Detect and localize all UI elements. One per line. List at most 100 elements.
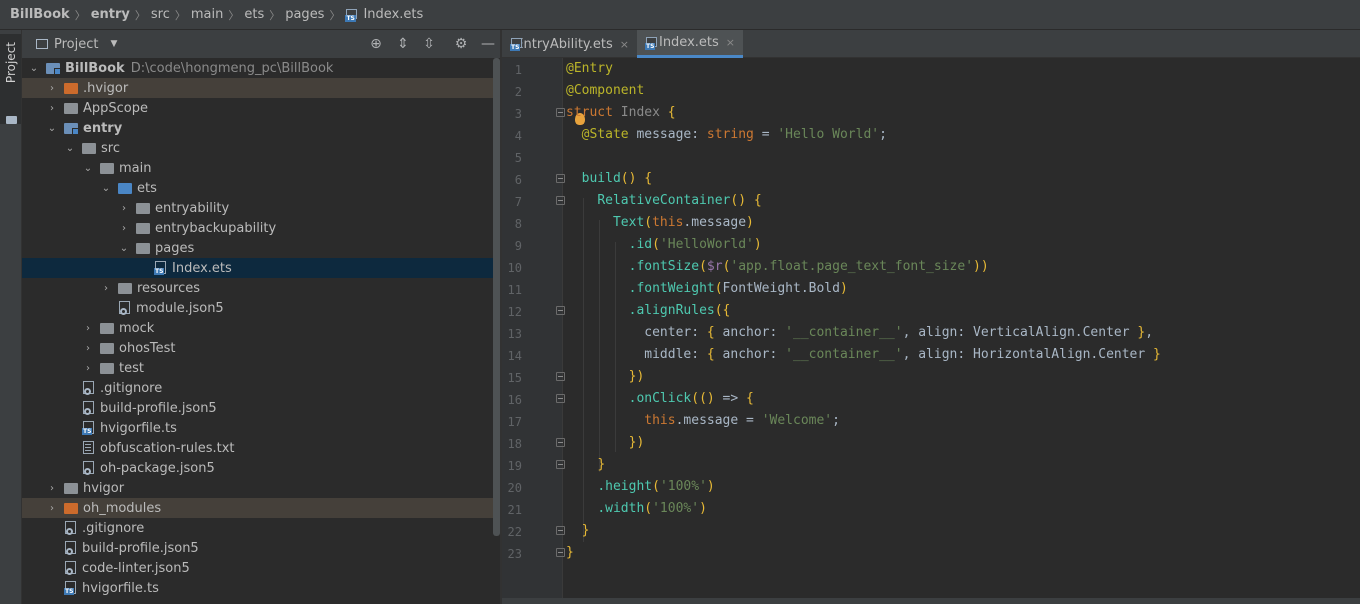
line-number: 6 (514, 173, 522, 187)
close-icon[interactable]: × (620, 38, 629, 51)
fold-marker-icon[interactable] (556, 394, 565, 403)
tree-item[interactable]: TS hvigorfile.ts (22, 578, 500, 598)
code-line: .alignRules({ (628, 303, 731, 318)
fold-marker-icon[interactable] (556, 174, 565, 183)
chevron-right-icon[interactable]: › (100, 283, 112, 294)
breadcrumb-item-folder[interactable]: ets (244, 7, 264, 22)
breadcrumb-separator-icon: 〉 (329, 8, 341, 22)
chevron-right-icon[interactable]: › (118, 203, 130, 214)
project-tool-window-label: Project (4, 42, 18, 84)
tree-item[interactable]: › oh_modules (22, 498, 500, 518)
minimize-icon[interactable]: — (478, 34, 498, 54)
tree-item[interactable]: oh-package.json5 (22, 458, 500, 478)
close-icon[interactable]: × (726, 36, 735, 49)
tree-item[interactable]: .gitignore (22, 518, 500, 538)
line-number: 4 (514, 129, 522, 143)
chevron-down-icon[interactable]: ⌄ (28, 63, 40, 74)
chevron-down-icon[interactable]: ⌄ (46, 123, 58, 134)
tree-item[interactable]: obfuscation-rules.txt (22, 438, 500, 458)
collapse-all-icon[interactable]: ⇳ (419, 34, 439, 54)
breadcrumb-item-file[interactable]: TS Index.ets (345, 7, 423, 22)
chevron-right-icon[interactable]: › (82, 323, 94, 334)
ets-file-icon: TS (645, 36, 657, 50)
code-line: .id('HelloWorld') (628, 237, 762, 252)
code-line: }) (628, 435, 645, 450)
tree-item[interactable]: › entrybackupability (22, 218, 500, 238)
tree-item[interactable]: module.json5 (22, 298, 500, 318)
tree-item[interactable]: .gitignore (22, 378, 500, 398)
tree-item[interactable]: › test (22, 358, 500, 378)
breadcrumb-item-folder[interactable]: pages (285, 7, 324, 22)
excluded-folder-icon (64, 502, 78, 514)
tree-item[interactable]: ⌄ ets (22, 178, 500, 198)
tab-index[interactable]: TS Index.ets × (637, 30, 743, 58)
expand-all-icon[interactable]: ⇕ (393, 34, 413, 54)
tree-item[interactable]: ⌄ src (22, 138, 500, 158)
chevron-down-icon[interactable]: ▼ (110, 39, 117, 49)
chevron-down-icon[interactable]: ⌄ (64, 143, 76, 154)
chevron-right-icon[interactable]: › (46, 83, 58, 94)
gear-icon[interactable]: ⚙ (451, 34, 471, 54)
tree-item[interactable]: › ohosTest (22, 338, 500, 358)
folder-icon (136, 222, 150, 234)
code-line: }) (628, 369, 645, 384)
chevron-down-icon[interactable]: ⌄ (82, 163, 94, 174)
breadcrumb-item-project[interactable]: BillBook (10, 7, 70, 22)
project-tool-window-button[interactable]: Project (0, 34, 21, 124)
tree-item[interactable]: › .hvigor (22, 78, 500, 98)
fold-marker-icon[interactable] (556, 108, 565, 117)
fold-marker-icon[interactable] (556, 526, 565, 535)
ets-file-icon: TS (510, 38, 522, 51)
project-view-selector[interactable]: Project (54, 37, 98, 52)
tree-item[interactable]: build-profile.json5 (22, 538, 500, 558)
tree-item[interactable]: › AppScope (22, 98, 500, 118)
folder-icon (136, 202, 150, 214)
ets-file-icon: TS (154, 261, 167, 275)
chevron-right-icon[interactable]: › (118, 223, 130, 234)
breadcrumb-item-folder[interactable]: src (151, 7, 170, 22)
tree-item[interactable]: code-linter.json5 (22, 558, 500, 578)
fold-marker-icon[interactable] (556, 548, 565, 557)
chevron-right-icon[interactable]: › (46, 503, 58, 514)
code-editor[interactable]: 1 2 3 4 5 6 7 8 9 10 11 12 13 14 15 16 1… (502, 58, 1360, 604)
tree-item-label: mock (119, 320, 155, 336)
chevron-right-icon[interactable]: › (46, 483, 58, 494)
fold-marker-icon[interactable] (556, 306, 565, 315)
tree-item-label: hvigor (83, 480, 125, 496)
tree-item[interactable]: TS hvigorfile.ts (22, 418, 500, 438)
chevron-right-icon[interactable]: › (82, 343, 94, 354)
locate-file-icon[interactable]: ⊕ (366, 34, 386, 54)
excluded-folder-icon (64, 82, 78, 94)
code-line: .fontWeight(FontWeight.Bold) (628, 281, 848, 296)
chevron-right-icon[interactable]: › (82, 363, 94, 374)
chevron-down-icon[interactable]: ⌄ (118, 243, 130, 254)
tree-item-label: BillBook (65, 60, 125, 76)
tab-entryability[interactable]: TS EntryAbility.ets × (502, 30, 637, 58)
tree-scrollbar[interactable] (493, 58, 500, 536)
line-number: 2 (514, 85, 522, 99)
line-number: 19 (507, 459, 522, 473)
folder-icon (136, 242, 150, 254)
chevron-right-icon[interactable]: › (46, 103, 58, 114)
tree-item-root[interactable]: ⌄ BillBook D:\code\hongmeng_pc\BillBook (22, 58, 498, 78)
tree-item[interactable]: build-profile.json5 (22, 398, 500, 418)
tree-item[interactable]: ⌄ main (22, 158, 500, 178)
fold-marker-icon[interactable] (556, 460, 565, 469)
tree-item[interactable]: › hvigor (22, 478, 500, 498)
tree-item[interactable]: ⌄ entry (22, 118, 500, 138)
code-line: .height('100%') (597, 479, 715, 494)
tree-item[interactable]: › mock (22, 318, 500, 338)
line-number: 16 (507, 393, 522, 407)
fold-marker-icon[interactable] (556, 372, 565, 381)
tree-item[interactable]: ⌄ pages (22, 238, 500, 258)
fold-marker-icon[interactable] (556, 196, 565, 205)
tree-item-selected[interactable]: TS Index.ets (22, 258, 500, 278)
tree-item[interactable]: › entryability (22, 198, 500, 218)
chevron-down-icon[interactable]: ⌄ (100, 183, 112, 194)
code-line: .fontSize($r('app.float.page_text_font_s… (628, 259, 989, 274)
line-number: 21 (507, 503, 522, 517)
fold-marker-icon[interactable] (556, 438, 565, 447)
breadcrumb-item-folder[interactable]: main (191, 7, 223, 22)
tree-item[interactable]: › resources (22, 278, 500, 298)
breadcrumb-item-module[interactable]: entry (91, 7, 130, 22)
